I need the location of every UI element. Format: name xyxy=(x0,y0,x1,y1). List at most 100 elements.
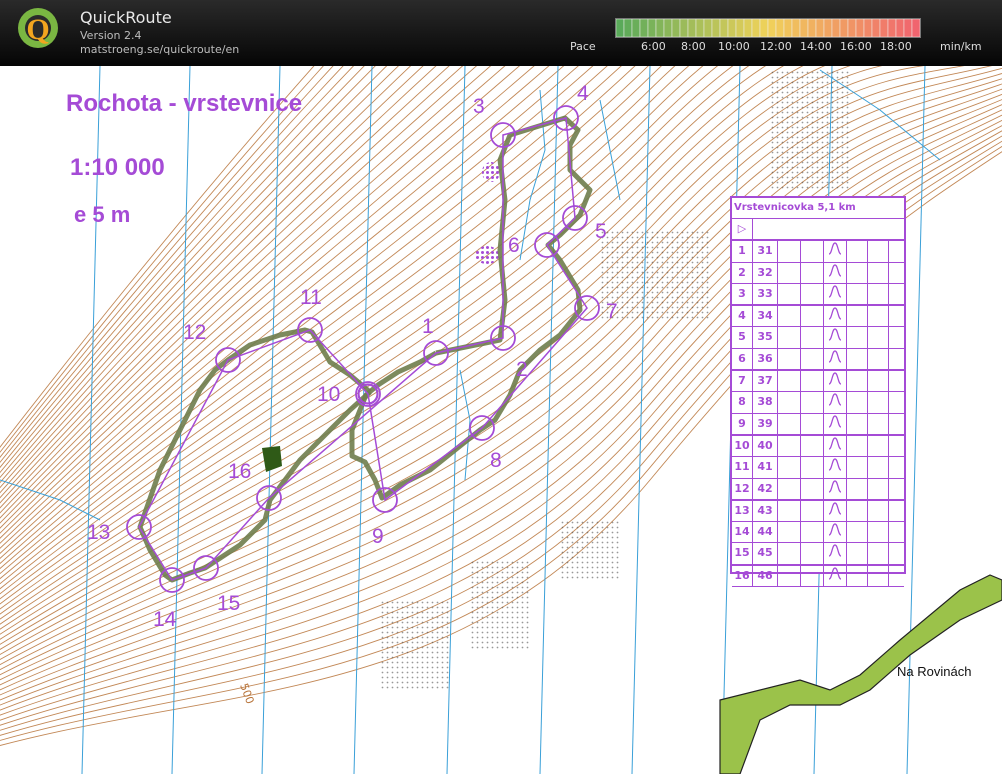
description-cell xyxy=(868,348,889,370)
app-url[interactable]: matstroeng.se/quickroute/en xyxy=(80,43,239,56)
pace-color-cell xyxy=(775,18,785,38)
pace-color-cell xyxy=(711,18,721,38)
feature-symbol-icon xyxy=(824,241,847,262)
description-row: 12 42 xyxy=(732,478,904,501)
description-row: 6 36 xyxy=(732,348,904,372)
pace-tick: 12:00 xyxy=(760,40,792,53)
control-seq-number: 4 xyxy=(732,306,753,327)
description-row: 1 31 xyxy=(732,241,904,263)
description-cell xyxy=(889,349,903,369)
control-seq-number: 9 xyxy=(732,413,753,434)
description-cell xyxy=(847,392,868,413)
description-cell xyxy=(801,435,824,457)
description-cell xyxy=(889,241,903,261)
description-cell xyxy=(847,262,868,283)
feature-symbol-icon xyxy=(824,327,847,348)
description-cell xyxy=(847,522,868,543)
control-seq-number: 2 xyxy=(732,262,753,283)
description-cell xyxy=(847,565,868,587)
feature-symbol-icon xyxy=(824,306,847,327)
description-cell xyxy=(868,283,889,305)
pace-color-cell xyxy=(855,18,865,38)
description-cell xyxy=(889,414,903,434)
description-cell xyxy=(868,241,889,262)
description-cell xyxy=(778,543,801,564)
control-seq-number: 6 xyxy=(732,348,753,370)
description-cell xyxy=(868,327,889,348)
description-title: Vrstevnicovka 5,1 km xyxy=(732,198,904,219)
feature-symbol-icon xyxy=(824,522,847,543)
pace-tick: 18:00 xyxy=(880,40,912,53)
control-number: 4 xyxy=(577,82,589,105)
description-cell xyxy=(889,436,903,456)
description-cell xyxy=(778,348,801,370)
description-cell xyxy=(847,457,868,478)
map-scale: 1:10 000 xyxy=(70,154,165,181)
pace-color-cell xyxy=(863,18,873,38)
control-seq-number: 5 xyxy=(732,327,753,348)
description-cell xyxy=(868,262,889,283)
control-number: 16 xyxy=(228,460,251,483)
feature-symbol-icon xyxy=(824,348,847,370)
feature-symbol-icon xyxy=(824,413,847,434)
control-seq-number: 8 xyxy=(732,392,753,413)
description-cell xyxy=(889,522,903,542)
description-row: 9 39 xyxy=(732,413,904,436)
control-number: 5 xyxy=(595,220,607,243)
feature-symbol-icon xyxy=(824,435,847,457)
description-cell xyxy=(868,435,889,457)
pace-color-cell xyxy=(895,18,905,38)
control-number: 1 xyxy=(422,315,434,338)
description-cell xyxy=(801,327,824,348)
pace-color-scale xyxy=(615,18,921,38)
description-cell xyxy=(801,565,824,587)
pace-color-cell xyxy=(847,18,857,38)
description-cell xyxy=(868,306,889,327)
control-code: 39 xyxy=(753,413,778,434)
control-seq-number: 10 xyxy=(732,435,753,457)
description-cell xyxy=(889,501,903,521)
pace-color-cell xyxy=(735,18,745,38)
pace-color-cell xyxy=(751,18,761,38)
pace-tick: 6:00 xyxy=(641,40,666,53)
description-cell xyxy=(801,262,824,283)
control-number: 14 xyxy=(153,608,177,631)
description-cell xyxy=(801,241,824,262)
feature-symbol-icon xyxy=(824,371,847,392)
start-triangle-icon: ▷ xyxy=(732,219,753,240)
description-cell xyxy=(847,543,868,564)
pace-color-cell xyxy=(911,18,921,38)
description-cell xyxy=(868,413,889,434)
description-cell xyxy=(778,565,801,587)
description-start-row: ▷ xyxy=(732,219,904,242)
control-code: 41 xyxy=(753,457,778,478)
pace-color-cell xyxy=(903,18,913,38)
description-row: 15 45 xyxy=(732,543,904,566)
control-code: 32 xyxy=(753,262,778,283)
control-seq-number: 14 xyxy=(732,522,753,543)
pace-color-cell xyxy=(839,18,849,38)
control-seq-number: 11 xyxy=(732,457,753,478)
control-seq-number: 7 xyxy=(732,371,753,392)
app-title: QuickRoute xyxy=(80,8,172,27)
description-cell xyxy=(778,371,801,392)
control-seq-number: 15 xyxy=(732,543,753,564)
control-number: 12 xyxy=(183,321,206,344)
control-code: 43 xyxy=(753,500,778,522)
description-cell xyxy=(889,371,903,391)
description-cell xyxy=(801,413,824,434)
pace-color-cell xyxy=(695,18,705,38)
description-cell xyxy=(801,371,824,392)
description-cell xyxy=(889,392,903,412)
control-number: 8 xyxy=(490,449,502,472)
feature-symbol-icon xyxy=(824,543,847,564)
description-cell xyxy=(868,565,889,587)
description-row: 7 37 xyxy=(732,371,904,393)
description-cell xyxy=(778,435,801,457)
pace-color-cell xyxy=(615,18,625,38)
description-row: 8 38 xyxy=(732,392,904,414)
description-cell xyxy=(778,478,801,499)
description-cell xyxy=(847,327,868,348)
pace-color-cell xyxy=(759,18,769,38)
feature-symbol-icon xyxy=(824,500,847,522)
